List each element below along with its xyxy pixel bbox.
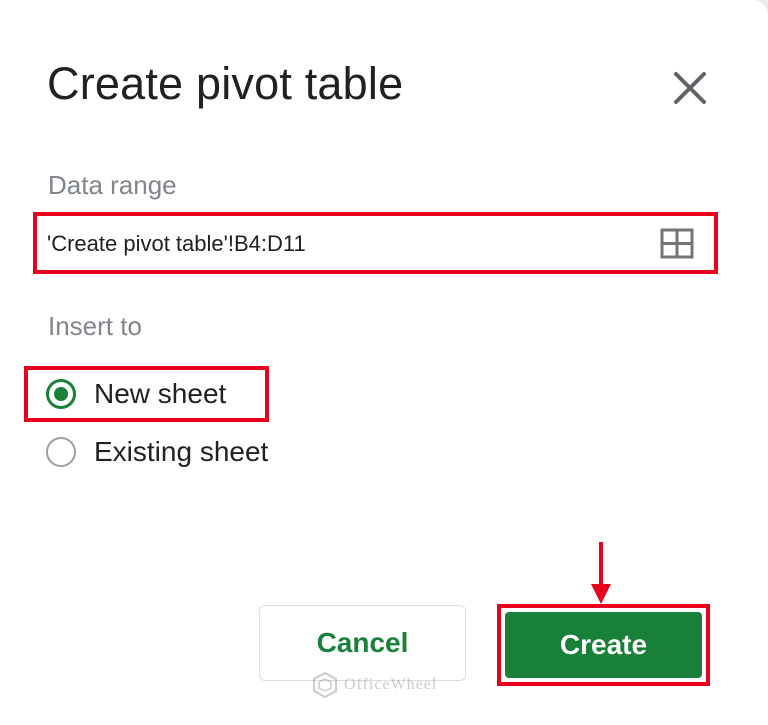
create-pivot-table-dialog: Create pivot table Data range Insert to … xyxy=(0,0,768,725)
existing-sheet-label: Existing sheet xyxy=(94,436,269,467)
new-sheet-label: New sheet xyxy=(94,378,227,409)
close-icon xyxy=(674,72,706,104)
dialog-title: Create pivot table xyxy=(47,58,404,109)
existing-sheet-radio[interactable] xyxy=(46,437,76,467)
dialog-top-edge xyxy=(0,0,768,6)
close-button[interactable] xyxy=(666,64,714,112)
down-arrow-icon xyxy=(591,542,611,604)
insert-to-label: Insert to xyxy=(48,311,142,341)
create-button-highlight-box: Create xyxy=(497,604,710,686)
watermark: OfficeWheel xyxy=(312,672,437,698)
grid-select-icon xyxy=(660,228,694,259)
watermark-text: OfficeWheel xyxy=(344,676,438,693)
watermark-logo-icon xyxy=(313,672,337,698)
data-range-input[interactable] xyxy=(47,224,627,264)
new-sheet-radio[interactable] xyxy=(46,379,76,409)
cancel-button[interactable]: Cancel xyxy=(259,605,466,681)
data-range-field xyxy=(33,212,718,274)
new-sheet-option[interactable]: New sheet xyxy=(46,374,226,414)
select-data-range-button[interactable] xyxy=(660,227,694,261)
create-button[interactable]: Create xyxy=(505,612,702,678)
existing-sheet-option[interactable]: Existing sheet xyxy=(46,432,268,472)
data-range-label: Data range xyxy=(48,170,177,200)
